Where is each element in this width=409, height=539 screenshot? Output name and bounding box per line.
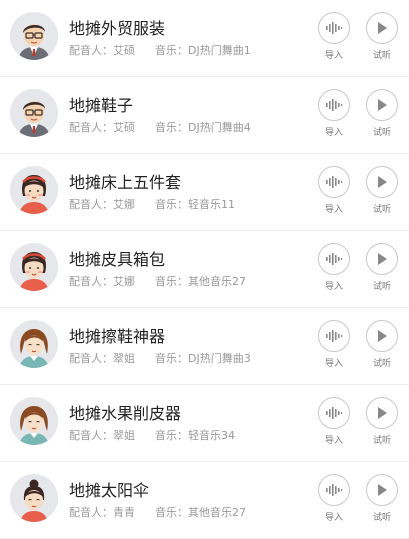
voice-prefix: 配音人： xyxy=(69,44,113,57)
track-meta: 配音人：翠姐 音乐：DJ热门舞曲3 xyxy=(69,350,251,366)
listen-label: 试听 xyxy=(372,359,391,369)
list-item[interactable]: 地摊水果削皮器 配音人：翠姐 音乐：轻音乐34 导入 试听 xyxy=(0,385,409,462)
track-title: 地摊外贸服装 xyxy=(69,19,166,38)
import-label: 导入 xyxy=(324,205,343,215)
voice-prefix: 配音人： xyxy=(69,121,113,134)
listen-button[interactable]: 试听 xyxy=(365,474,399,523)
listen-label: 试听 xyxy=(372,282,391,292)
listen-button[interactable]: 试听 xyxy=(365,12,399,61)
list-item[interactable]: 地摊鞋子 配音人：艾硕 音乐：DJ热门舞曲4 导入 试听 xyxy=(0,77,409,154)
import-button[interactable]: 导入 xyxy=(317,89,351,138)
waveform-icon xyxy=(318,320,350,352)
voice-name: 艾硕 xyxy=(113,44,135,57)
import-label: 导入 xyxy=(324,282,343,292)
music-name: 轻音乐11 xyxy=(188,198,235,211)
track-meta: 配音人：翠姐 音乐：轻音乐34 xyxy=(69,427,235,443)
listen-label: 试听 xyxy=(372,51,391,61)
listen-button[interactable]: 试听 xyxy=(365,166,399,215)
waveform-icon xyxy=(318,89,350,121)
music-name: DJ热门舞曲4 xyxy=(188,121,251,134)
track-meta: 配音人：艾娜 音乐：轻音乐11 xyxy=(69,196,235,212)
track-meta: 配音人：艾硕 音乐：DJ热门舞曲4 xyxy=(69,119,251,135)
play-icon xyxy=(366,166,398,198)
woman-brown-hair-avatar xyxy=(10,320,58,368)
woman-brown-hair-avatar xyxy=(10,397,58,445)
list-item[interactable]: 地摊外贸服装 配音人：艾硕 音乐：DJ热门舞曲1 导入 试听 xyxy=(0,0,409,77)
girl-headband-avatar xyxy=(10,243,58,291)
music-prefix: 音乐： xyxy=(155,121,188,134)
listen-button[interactable]: 试听 xyxy=(365,243,399,292)
list-item[interactable]: 地摊床上五件套 配音人：艾娜 音乐：轻音乐11 导入 试听 xyxy=(0,154,409,231)
import-button[interactable]: 导入 xyxy=(317,320,351,369)
listen-label: 试听 xyxy=(372,205,391,215)
waveform-icon xyxy=(318,474,350,506)
music-prefix: 音乐： xyxy=(155,429,188,442)
track-title: 地摊水果削皮器 xyxy=(69,404,182,423)
track-title: 地摊擦鞋神器 xyxy=(69,327,166,346)
import-label: 导入 xyxy=(324,51,343,61)
music-name: DJ热门舞曲1 xyxy=(188,44,251,57)
voice-prefix: 配音人： xyxy=(69,506,113,519)
music-name: DJ热门舞曲3 xyxy=(188,352,251,365)
voice-name: 翠姐 xyxy=(113,352,135,365)
play-icon xyxy=(366,474,398,506)
track-title: 地摊床上五件套 xyxy=(69,173,182,192)
import-label: 导入 xyxy=(324,359,343,369)
play-icon xyxy=(366,89,398,121)
waveform-icon xyxy=(318,397,350,429)
import-label: 导入 xyxy=(324,128,343,138)
voice-track-list: 地摊外贸服装 配音人：艾硕 音乐：DJ热门舞曲1 导入 试听 地摊鞋子 配音人：… xyxy=(0,0,409,539)
listen-button[interactable]: 试听 xyxy=(365,89,399,138)
play-icon xyxy=(366,243,398,275)
import-button[interactable]: 导入 xyxy=(317,166,351,215)
music-name: 轻音乐34 xyxy=(188,429,235,442)
play-icon xyxy=(366,12,398,44)
track-meta: 配音人：艾硕 音乐：DJ热门舞曲1 xyxy=(69,42,251,58)
listen-label: 试听 xyxy=(372,436,391,446)
girl-bun-avatar xyxy=(10,474,58,522)
import-button[interactable]: 导入 xyxy=(317,12,351,61)
voice-prefix: 配音人： xyxy=(69,352,113,365)
voice-prefix: 配音人： xyxy=(69,275,113,288)
listen-label: 试听 xyxy=(372,513,391,523)
import-label: 导入 xyxy=(324,436,343,446)
waveform-icon xyxy=(318,166,350,198)
waveform-icon xyxy=(318,243,350,275)
listen-button[interactable]: 试听 xyxy=(365,320,399,369)
import-label: 导入 xyxy=(324,513,343,523)
track-title: 地摊皮具箱包 xyxy=(69,250,166,269)
music-name: 其他音乐27 xyxy=(188,275,246,288)
play-icon xyxy=(366,397,398,429)
waveform-icon xyxy=(318,12,350,44)
list-item[interactable]: 地摊皮具箱包 配音人：艾娜 音乐：其他音乐27 导入 试听 xyxy=(0,231,409,308)
male-glasses-avatar xyxy=(10,89,58,137)
music-name: 其他音乐27 xyxy=(188,506,246,519)
male-glasses-avatar xyxy=(10,12,58,60)
voice-name: 艾娜 xyxy=(113,198,135,211)
voice-name: 艾娜 xyxy=(113,275,135,288)
voice-name: 艾硕 xyxy=(113,121,135,134)
list-item[interactable]: 地摊太阳伞 配音人：青青 音乐：其他音乐27 导入 试听 xyxy=(0,462,409,539)
track-title: 地摊鞋子 xyxy=(69,96,134,115)
listen-button[interactable]: 试听 xyxy=(365,397,399,446)
music-prefix: 音乐： xyxy=(155,352,188,365)
import-button[interactable]: 导入 xyxy=(317,243,351,292)
track-title: 地摊太阳伞 xyxy=(69,481,150,500)
track-meta: 配音人：青青 音乐：其他音乐27 xyxy=(69,504,246,520)
girl-headband-avatar xyxy=(10,166,58,214)
voice-prefix: 配音人： xyxy=(69,198,113,211)
listen-label: 试听 xyxy=(372,128,391,138)
list-item[interactable]: 地摊擦鞋神器 配音人：翠姐 音乐：DJ热门舞曲3 导入 试听 xyxy=(0,308,409,385)
track-meta: 配音人：艾娜 音乐：其他音乐27 xyxy=(69,273,246,289)
import-button[interactable]: 导入 xyxy=(317,474,351,523)
voice-name: 青青 xyxy=(113,506,135,519)
music-prefix: 音乐： xyxy=(155,506,188,519)
voice-name: 翠姐 xyxy=(113,429,135,442)
music-prefix: 音乐： xyxy=(155,275,188,288)
music-prefix: 音乐： xyxy=(155,198,188,211)
voice-prefix: 配音人： xyxy=(69,429,113,442)
play-icon xyxy=(366,320,398,352)
music-prefix: 音乐： xyxy=(155,44,188,57)
import-button[interactable]: 导入 xyxy=(317,397,351,446)
